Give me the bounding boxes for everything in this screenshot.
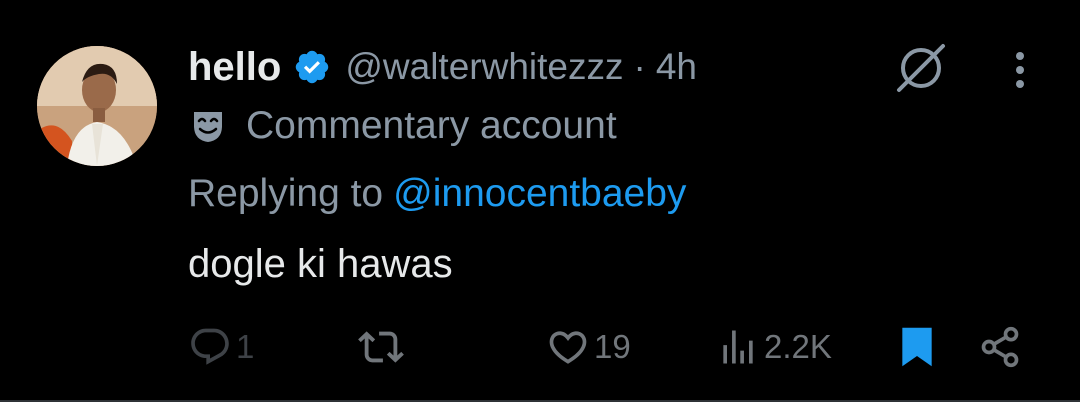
avatar[interactable]	[37, 46, 157, 166]
replying-to: Replying to @innocentbaeby	[188, 172, 686, 216]
replying-to-handle-link[interactable]: @innocentbaeby	[393, 172, 686, 215]
grok-icon[interactable]	[893, 40, 949, 96]
tweet-header: hello @walterwhitezzz · 4h	[188, 42, 697, 92]
share-icon	[978, 325, 1022, 369]
separator-dot: ·	[633, 46, 646, 87]
like-button[interactable]: 19	[546, 322, 631, 372]
theater-mask-icon	[188, 106, 228, 146]
views-count: 2.2K	[764, 328, 832, 365]
retweet-icon	[358, 324, 404, 370]
views-icon	[716, 325, 760, 369]
timestamp[interactable]: 4h	[656, 46, 697, 88]
reply-button[interactable]: 1	[188, 322, 254, 372]
verified-badge-icon[interactable]	[293, 48, 331, 86]
reply-count: 1	[236, 328, 255, 365]
user-handle[interactable]: @walterwhitezzz	[345, 46, 623, 88]
more-vertical-icon[interactable]	[1005, 50, 1035, 90]
bookmark-button[interactable]	[897, 322, 937, 372]
retweet-button[interactable]	[358, 322, 408, 372]
tweet-card[interactable]: hello @walterwhitezzz · 4h Commentary ac…	[0, 0, 1080, 402]
views-button[interactable]: 2.2K	[716, 322, 832, 372]
share-button[interactable]	[978, 322, 1022, 372]
replying-to-prefix: Replying to	[188, 172, 384, 215]
action-bar: 1 19 2.2K	[0, 322, 1080, 372]
display-name[interactable]: hello	[188, 45, 281, 90]
like-count: 19	[594, 328, 631, 365]
account-label: Commentary account	[188, 104, 617, 148]
heart-icon	[546, 325, 590, 369]
account-label-text: Commentary account	[246, 104, 617, 147]
tweet-text: dogle ki hawas	[188, 242, 453, 286]
bookmark-icon	[897, 325, 937, 369]
reply-icon	[188, 325, 232, 369]
